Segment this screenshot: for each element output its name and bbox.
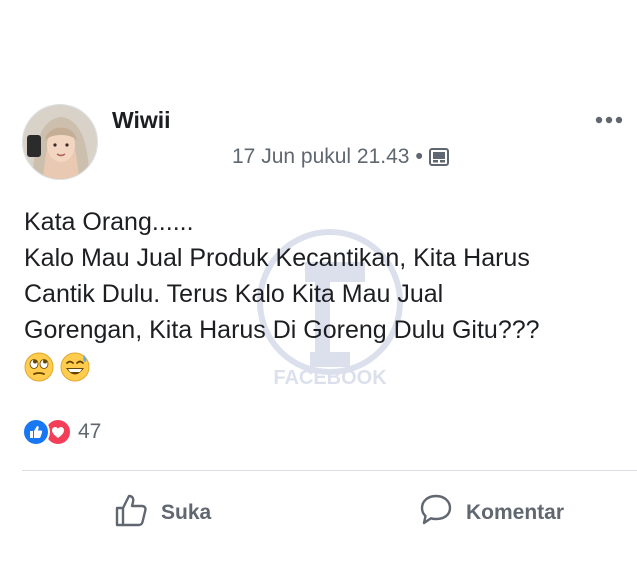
avatar-photo bbox=[23, 105, 97, 179]
photo-album-icon bbox=[428, 148, 449, 166]
post-text-line: Gorengan, Kita Harus Di Goreng Dulu Gitu… bbox=[24, 316, 540, 344]
post-meta: 17 Jun pukul 21.43 • bbox=[232, 145, 449, 169]
post-text: Kata Orang...... Kalo Mau Jual Produk Ke… bbox=[24, 204, 624, 382]
rolling-eyes-emoji-icon bbox=[24, 352, 54, 382]
like-button[interactable]: Suka bbox=[113, 492, 211, 534]
post-timestamp[interactable]: 17 Jun pukul 21.43 bbox=[232, 145, 409, 169]
post-text-line: Cantik Dulu. Terus Kalo Kita Mau Jual bbox=[24, 280, 444, 308]
reaction-count[interactable]: 47 bbox=[78, 420, 101, 444]
post-text-line: Kata Orang...... bbox=[24, 208, 194, 236]
avatar[interactable] bbox=[22, 104, 98, 180]
like-reaction-icon bbox=[22, 418, 50, 446]
comment-button-label: Komentar bbox=[466, 501, 565, 524]
more-options-icon[interactable] bbox=[594, 113, 624, 125]
grinning-sweat-emoji-icon bbox=[60, 352, 90, 382]
post-text-line: Kalo Mau Jual Produk Kecantikan, Kita Ha… bbox=[24, 244, 530, 272]
facebook-post: Wiwii 17 Jun pukul 21.43 • FACEBOOK Kata… bbox=[0, 0, 637, 573]
like-button-label: Suka bbox=[161, 501, 212, 524]
post-emojis bbox=[24, 352, 624, 382]
meta-separator: • bbox=[415, 145, 423, 168]
reaction-summary[interactable]: 47 bbox=[22, 418, 101, 446]
comment-bubble-icon bbox=[418, 492, 454, 534]
thumbs-up-icon bbox=[113, 492, 149, 534]
author-name[interactable]: Wiwii bbox=[112, 107, 171, 134]
divider bbox=[22, 470, 637, 471]
comment-button[interactable]: Komentar bbox=[418, 492, 564, 534]
